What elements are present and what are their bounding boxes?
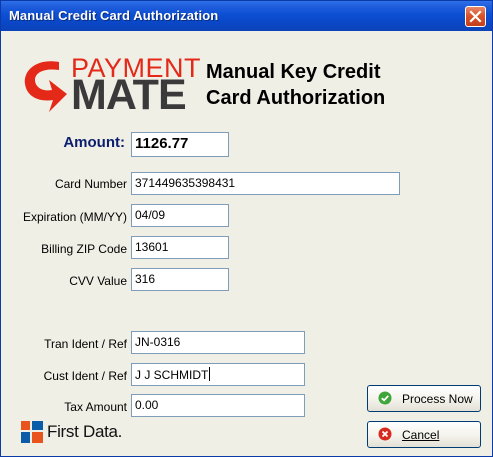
cancel-button[interactable]: Cancel <box>367 421 481 448</box>
process-now-button[interactable]: Process Now <box>367 385 481 412</box>
expiration-label: Expiration (MM/YY) <box>22 210 127 224</box>
billing-zip-field[interactable]: 13601 <box>131 236 229 259</box>
first-data-logo: First Data. <box>21 418 161 448</box>
billing-zip-label: Billing ZIP Code <box>41 242 127 256</box>
card-number-field[interactable]: 371449635398431 <box>131 172 400 195</box>
logo-mate-text: MATE <box>71 71 187 119</box>
cancel-label: Cancel <box>402 428 440 442</box>
amount-field[interactable]: 1126.77 <box>131 132 229 157</box>
payment-mate-logo: PAYMENT MATE Manual Key Credit Card Auth… <box>19 54 385 119</box>
window-title: Manual Credit Card Authorization <box>9 8 219 23</box>
cust-ident-field[interactable]: J J SCHMIDT <box>131 363 305 386</box>
first-data-text: First Data. <box>47 422 123 441</box>
first-data-mark-icon <box>21 421 43 443</box>
tax-amount-field[interactable]: 0.00 <box>131 394 305 417</box>
payment-mate-arrow-icon <box>24 61 67 112</box>
amount-label: Amount: <box>63 134 125 151</box>
process-now-label: Process Now <box>402 392 473 406</box>
close-button[interactable] <box>465 6 486 27</box>
dialog-window: Manual Credit Card Authorization PAYMENT… <box>0 0 493 457</box>
cancel-icon <box>378 427 392 441</box>
cust-ident-label: Cust Ident / Ref <box>43 369 127 383</box>
card-number-label: Card Number <box>54 177 127 191</box>
expiration-field[interactable]: 04/09 <box>131 204 229 227</box>
heading-line-1: Manual Key Credit <box>206 61 381 83</box>
text-cursor <box>209 367 211 381</box>
cvv-field[interactable]: 316 <box>131 268 229 291</box>
tran-ident-field[interactable]: JN-0316 <box>131 331 305 354</box>
title-bar[interactable]: Manual Credit Card Authorization <box>1 1 492 31</box>
tax-amount-label: Tax Amount <box>64 400 127 414</box>
cvv-label: CVV Value <box>69 274 127 288</box>
cust-ident-value: J J SCHMIDT <box>135 368 209 382</box>
tran-ident-label: Tran Ident / Ref <box>44 337 127 351</box>
close-icon <box>469 10 482 23</box>
heading-line-2: Card Authorization <box>206 87 386 109</box>
check-icon <box>378 391 392 405</box>
